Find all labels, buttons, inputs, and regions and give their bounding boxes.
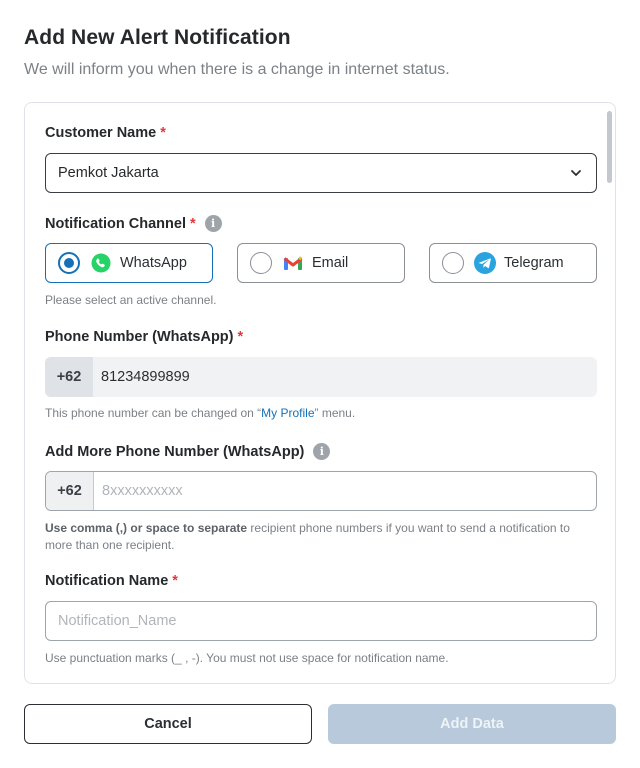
notification-name-placeholder: Notification_Name (58, 613, 177, 629)
chevron-down-icon (571, 170, 581, 176)
phone-number-hint: This phone number can be changed on “My … (45, 406, 355, 420)
phone-number-label: Phone Number (WhatsApp) * (45, 329, 243, 345)
whatsapp-icon (90, 252, 112, 274)
required-mark: * (172, 573, 178, 589)
page-title: Add New Alert Notification (24, 26, 291, 49)
phone-number-label-text: Phone Number (WhatsApp) (45, 329, 234, 345)
customer-name-label: Customer Name * (45, 125, 166, 141)
required-mark: * (189, 215, 196, 232)
notification-name-hint: Use punctuation marks (_ , -). You must … (45, 651, 449, 665)
cancel-button[interactable]: Cancel (24, 704, 312, 744)
channel-label-whatsapp: WhatsApp (120, 255, 187, 271)
channel-hint: Please select an active channel. (45, 293, 217, 307)
country-code-prefix: +62 (45, 357, 93, 397)
more-phone-hint-bold: Use comma (,) or space to separate (45, 521, 248, 535)
channel-option-telegram[interactable]: Telegram (429, 243, 597, 283)
customer-name-select[interactable]: Pemkot Jakarta (45, 153, 597, 193)
channel-option-whatsapp[interactable]: WhatsApp (45, 243, 213, 283)
more-phone-hint: Use comma (,) or space to separate recip… (45, 520, 597, 554)
notification-channel-label-text: Notification Channel (45, 215, 186, 232)
phone-number-value: 81234899899 (101, 369, 190, 385)
notification-name-input[interactable]: Notification_Name (45, 601, 597, 641)
radio-unselected[interactable] (442, 252, 464, 274)
form-card: Customer Name * Pemkot Jakarta Notificat… (24, 102, 616, 684)
scrollbar-thumb[interactable] (607, 111, 612, 183)
my-profile-link[interactable]: My Profile (261, 406, 314, 420)
notification-name-label: Notification Name * (45, 573, 178, 589)
country-code-prefix: +62 (46, 472, 94, 510)
customer-name-label-text: Customer Name (45, 125, 157, 141)
required-mark: * (160, 125, 166, 141)
info-icon[interactable]: i (204, 215, 222, 232)
gmail-icon (282, 252, 304, 274)
add-data-button[interactable]: Add Data (328, 704, 616, 744)
channel-label-telegram: Telegram (504, 255, 564, 271)
notification-name-label-text: Notification Name (45, 573, 169, 589)
notification-channel-label: Notification Channel * i (45, 215, 222, 232)
radio-selected[interactable] (58, 252, 80, 274)
channel-label-email: Email (312, 255, 349, 271)
more-phone-placeholder: 8xxxxxxxxxx (102, 483, 183, 499)
more-phone-label-text: Add More Phone Number (WhatsApp) (45, 443, 305, 460)
phone-number-field: +62 81234899899 (45, 357, 597, 397)
more-phone-input[interactable]: +62 8xxxxxxxxxx (45, 471, 597, 511)
phone-hint-after: ” menu. (314, 406, 356, 420)
required-mark: * (237, 329, 244, 345)
page-subtitle: We will inform you when there is a chang… (24, 61, 450, 78)
channel-option-email[interactable]: Email (237, 243, 405, 283)
customer-name-value: Pemkot Jakarta (58, 165, 159, 181)
info-icon[interactable]: i (313, 443, 331, 460)
telegram-icon (474, 252, 496, 274)
phone-hint-before: This phone number can be changed on “ (45, 406, 262, 420)
more-phone-label: Add More Phone Number (WhatsApp) i (45, 443, 331, 460)
radio-unselected[interactable] (250, 252, 272, 274)
